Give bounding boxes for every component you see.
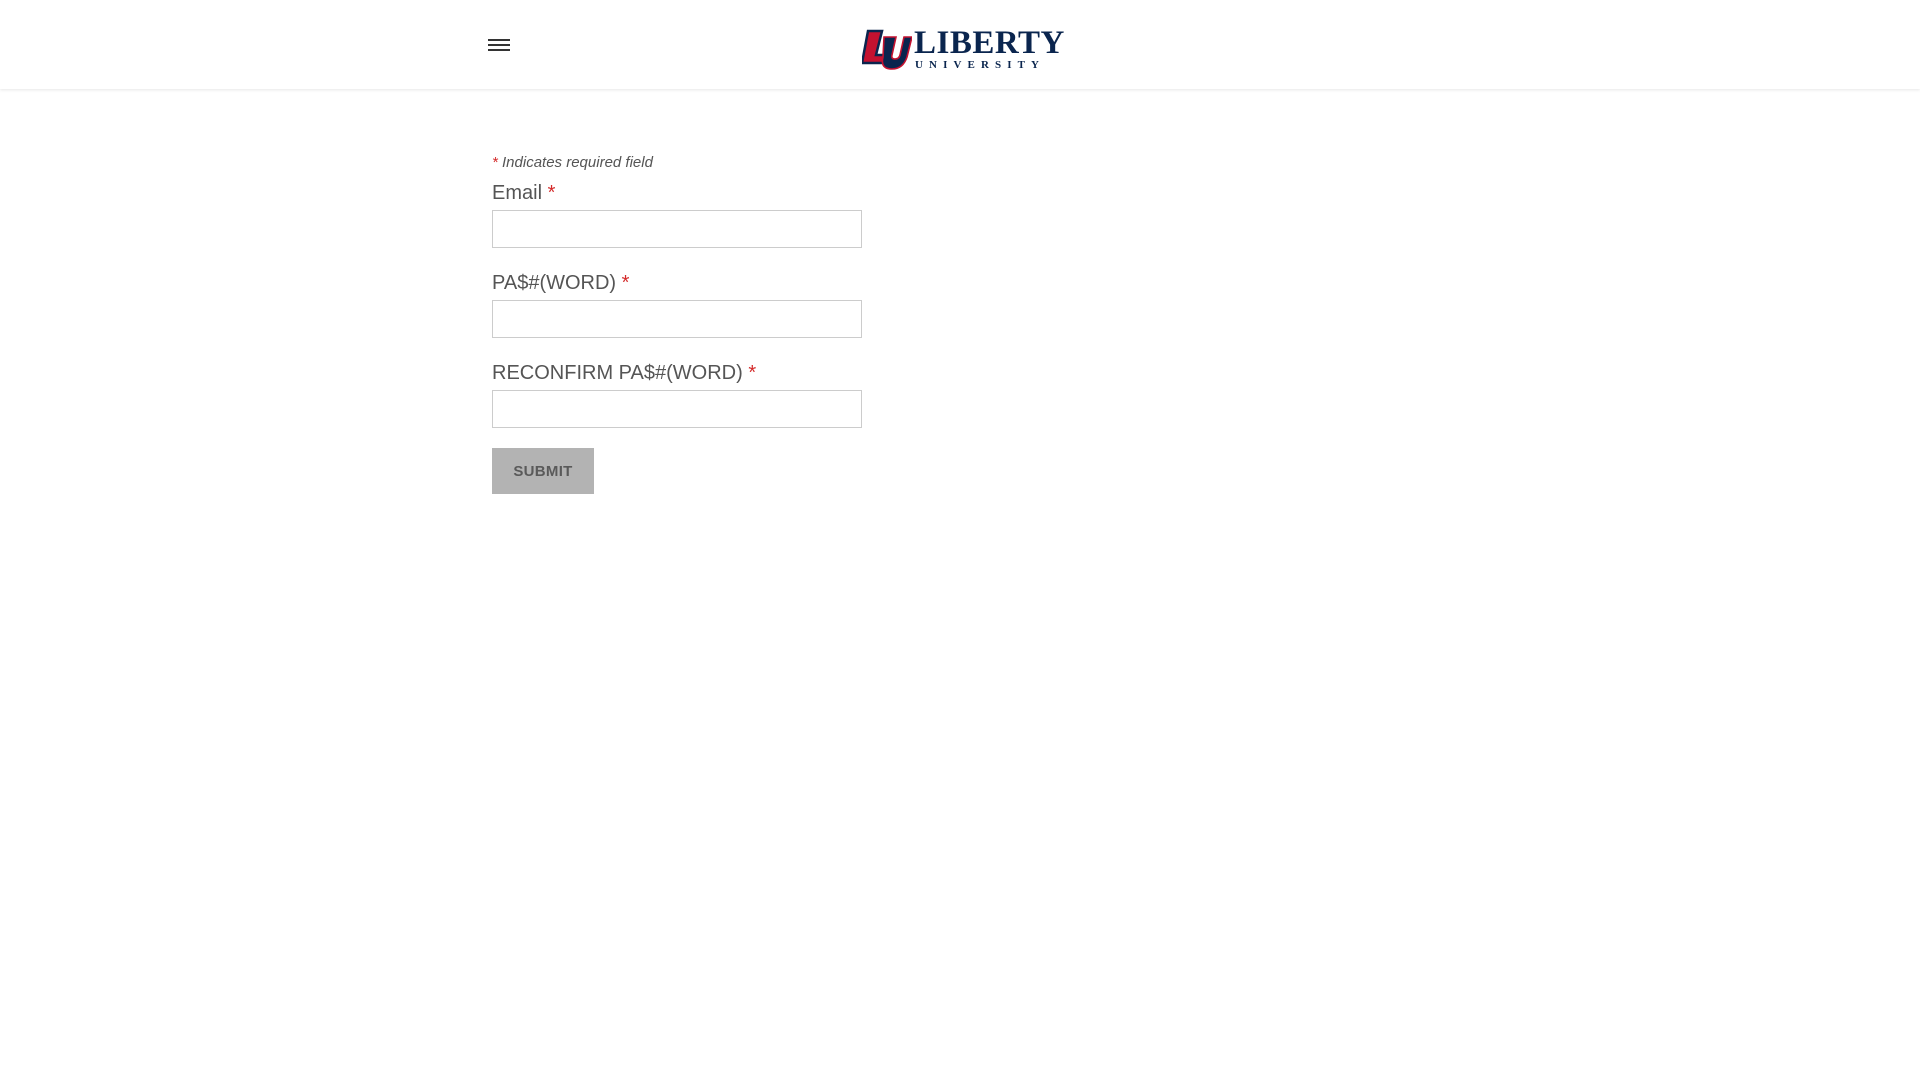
password-label: PA$#(WORD) * — [492, 268, 1092, 298]
email-label-text: Email — [492, 182, 543, 204]
submit-button[interactable]: SUBMIT — [492, 448, 594, 494]
lu-monogram-icon: LU — [862, 29, 912, 70]
reconfirm-password-label-text: RECONFIRM PA$#(WORD) — [492, 362, 743, 384]
required-note-text: Indicates required field — [497, 154, 653, 171]
reconfirm-password-label: RECONFIRM PA$#(WORD) * — [492, 358, 1092, 388]
password-required-mark: * — [621, 272, 630, 294]
liberty-university-logo[interactable]: LU LIBERTY UNIVERSITY — [862, 26, 1064, 74]
signup-form: * Indicates required field Email * PA$#(… — [492, 152, 1092, 494]
reconfirm-password-field[interactable] — [492, 390, 862, 428]
site-header: LU LIBERTY UNIVERSITY — [0, 0, 1920, 89]
password-field[interactable] — [492, 300, 862, 338]
menu-button[interactable] — [488, 36, 516, 64]
logo-subline: UNIVERSITY — [915, 59, 1046, 71]
email-required-mark: * — [547, 182, 556, 204]
email-label: Email * — [492, 178, 1092, 208]
password-label-text: PA$#(WORD) — [492, 272, 617, 294]
email-field[interactable] — [492, 210, 862, 248]
hamburger-menu-icon — [488, 39, 510, 51]
logo-wordmark: LIBERTY — [914, 25, 1065, 61]
reconfirm-password-required-mark: * — [748, 362, 757, 384]
required-field-note: * Indicates required field — [492, 152, 1092, 174]
